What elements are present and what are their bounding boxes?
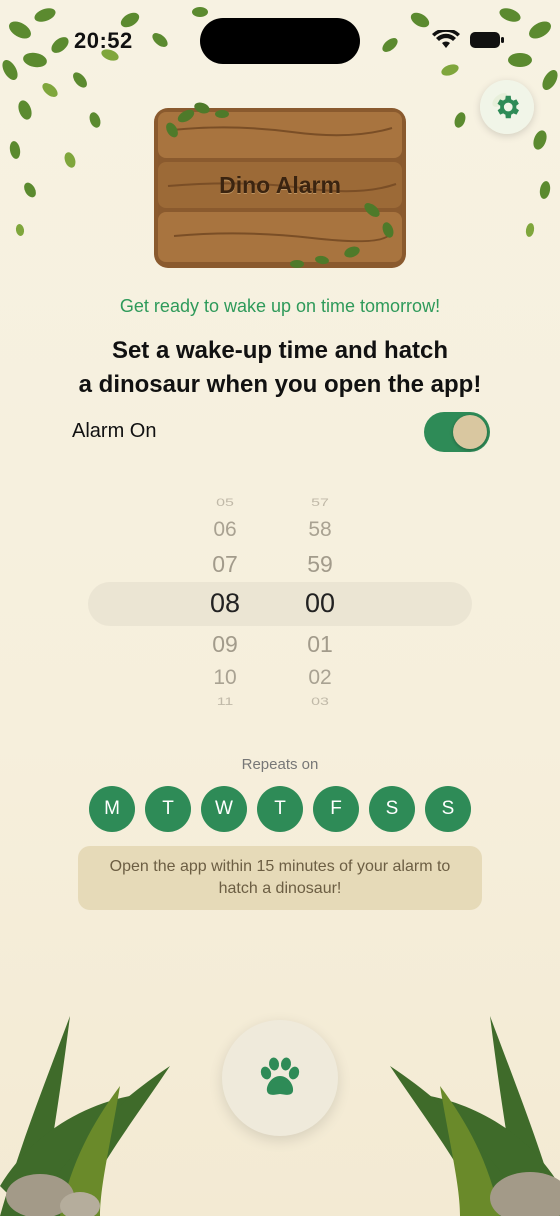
minute-option[interactable]: 57 — [290, 497, 350, 510]
info-text: Open the app within 15 minutes of your a… — [109, 858, 451, 897]
minute-option[interactable]: 02 — [290, 666, 350, 690]
day-tuesday-button[interactable]: T — [145, 786, 191, 832]
picker-selection-highlight — [88, 582, 472, 626]
day-friday-button[interactable]: F — [313, 786, 359, 832]
day-monday-button[interactable]: M — [89, 786, 135, 832]
dynamic-island — [200, 18, 360, 64]
hour-option[interactable]: 10 — [195, 666, 255, 690]
subtitle: Get ready to wake up on time tomorrow! — [119, 296, 441, 316]
info-banner: Open the app within 15 minutes of your a… — [78, 846, 482, 910]
repeats-label: Repeats on — [241, 756, 319, 773]
day-saturday-button[interactable]: S — [369, 786, 415, 832]
battery-icon — [470, 32, 504, 53]
wifi-icon — [432, 28, 460, 55]
minute-option[interactable]: 58 — [290, 518, 350, 542]
minute-option[interactable]: 59 — [290, 551, 350, 578]
toggle-knob — [453, 415, 487, 449]
minute-option[interactable]: 01 — [290, 631, 350, 658]
hour-option-selected[interactable]: 08 — [195, 588, 255, 619]
settings-button[interactable] — [480, 80, 534, 134]
hour-option[interactable]: 07 — [195, 551, 255, 578]
minute-option[interactable]: 03 — [290, 696, 350, 709]
status-time: 20:52 — [74, 28, 133, 53]
alarm-on-label: Alarm On — [72, 420, 157, 442]
day-wednesday-button[interactable]: W — [201, 786, 247, 832]
heading-line-1: Set a wake-up time and hatch — [111, 337, 449, 364]
day-thursday-button[interactable]: T — [257, 786, 303, 832]
hour-option[interactable]: 11 — [195, 696, 255, 709]
day-sunday-button[interactable]: S — [425, 786, 471, 832]
paw-button[interactable] — [222, 1020, 338, 1136]
hour-option[interactable]: 05 — [195, 497, 255, 510]
heading: Set a wake-up time and hatch a dinosaur … — [40, 334, 520, 402]
heading-line-2: a dinosaur when you open the app! — [78, 371, 482, 398]
alarm-toggle[interactable] — [424, 412, 490, 452]
hour-option[interactable]: 06 — [195, 518, 255, 542]
minute-option-selected[interactable]: 00 — [290, 588, 350, 619]
paw-icon — [260, 1057, 300, 1095]
hour-option[interactable]: 09 — [195, 631, 255, 658]
app-title: Dino Alarm — [219, 172, 341, 198]
gear-icon — [497, 95, 519, 119]
